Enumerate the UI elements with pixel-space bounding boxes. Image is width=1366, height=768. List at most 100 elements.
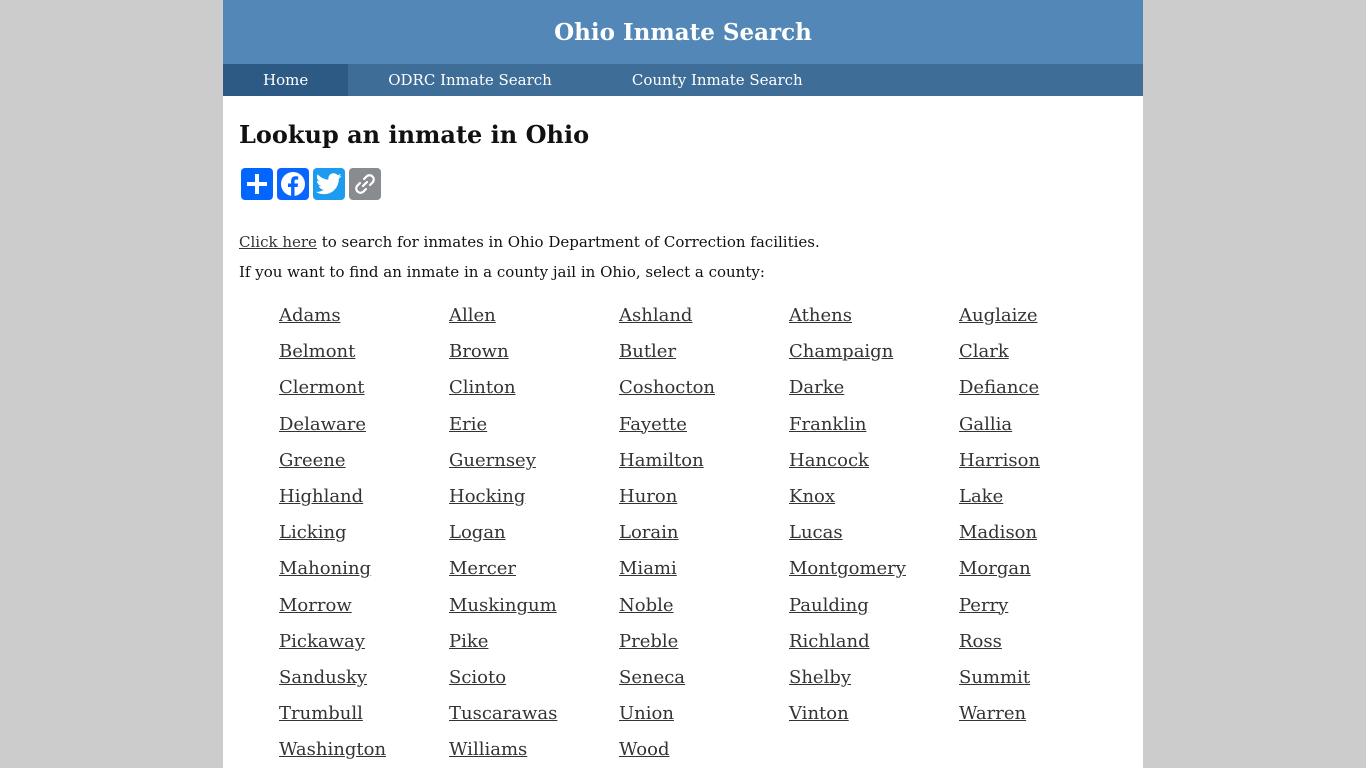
- odrc-intro-text: Click here to search for inmates in Ohio…: [239, 233, 820, 251]
- county-cell: Harrison: [959, 450, 1129, 486]
- county-cell: Athens: [789, 305, 959, 341]
- site-title[interactable]: Ohio Inmate Search: [554, 19, 812, 46]
- county-link-pike[interactable]: Pike: [449, 631, 488, 652]
- county-link-guernsey[interactable]: Guernsey: [449, 450, 536, 471]
- county-link-athens[interactable]: Athens: [789, 305, 852, 326]
- county-link-butler[interactable]: Butler: [619, 341, 676, 362]
- county-link-mahoning[interactable]: Mahoning: [279, 558, 371, 579]
- county-link-lake[interactable]: Lake: [959, 486, 1003, 507]
- county-link-shelby[interactable]: Shelby: [789, 667, 851, 688]
- county-link-licking[interactable]: Licking: [279, 522, 347, 543]
- county-link-montgomery[interactable]: Montgomery: [789, 558, 906, 579]
- county-cell: Madison: [959, 522, 1129, 558]
- county-link-seneca[interactable]: Seneca: [619, 667, 685, 688]
- county-link-muskingum[interactable]: Muskingum: [449, 595, 557, 616]
- nav-county-inmate-search-link[interactable]: County Inmate Search: [592, 64, 843, 96]
- county-link-delaware[interactable]: Delaware: [279, 414, 366, 435]
- county-link-coshocton[interactable]: Coshocton: [619, 377, 715, 398]
- nav-home-link[interactable]: Home: [223, 64, 349, 96]
- county-link-scioto[interactable]: Scioto: [449, 667, 506, 688]
- county-link-noble[interactable]: Noble: [619, 595, 674, 616]
- twitter-share-button[interactable]: [313, 168, 345, 200]
- county-cell: Clermont: [279, 377, 449, 413]
- county-cell: Adams: [279, 305, 449, 341]
- county-link-auglaize[interactable]: Auglaize: [959, 305, 1038, 326]
- county-link-summit[interactable]: Summit: [959, 667, 1030, 688]
- county-cell: Greene: [279, 450, 449, 486]
- county-link-hancock[interactable]: Hancock: [789, 450, 869, 471]
- county-cell: Pickaway: [279, 631, 449, 667]
- county-link-allen[interactable]: Allen: [449, 305, 496, 326]
- county-link-fayette[interactable]: Fayette: [619, 414, 687, 435]
- county-cell: Hocking: [449, 486, 619, 522]
- county-link-ashland[interactable]: Ashland: [619, 305, 692, 326]
- county-link-williams[interactable]: Williams: [449, 739, 527, 760]
- county-link-morgan[interactable]: Morgan: [959, 558, 1031, 579]
- nav-odrc-inmate-search-link[interactable]: ODRC Inmate Search: [348, 64, 592, 96]
- county-link-adams[interactable]: Adams: [279, 305, 341, 326]
- county-cell: Union: [619, 703, 789, 739]
- county-link-warren[interactable]: Warren: [959, 703, 1026, 724]
- county-link-union[interactable]: Union: [619, 703, 674, 724]
- county-cell: Montgomery: [789, 558, 959, 594]
- county-cell: Lucas: [789, 522, 959, 558]
- county-cell: Logan: [449, 522, 619, 558]
- county-link-lorain[interactable]: Lorain: [619, 522, 678, 543]
- county-link-perry[interactable]: Perry: [959, 595, 1008, 616]
- county-cell: Butler: [619, 341, 789, 377]
- county-link-miami[interactable]: Miami: [619, 558, 677, 579]
- county-cell: Fayette: [619, 414, 789, 450]
- county-link-preble[interactable]: Preble: [619, 631, 678, 652]
- county-link-defiance[interactable]: Defiance: [959, 377, 1039, 398]
- county-cell: Licking: [279, 522, 449, 558]
- county-cell: Highland: [279, 486, 449, 522]
- odrc-search-link[interactable]: Click here: [239, 233, 317, 251]
- county-link-clinton[interactable]: Clinton: [449, 377, 516, 398]
- county-link-clark[interactable]: Clark: [959, 341, 1009, 362]
- county-link-belmont[interactable]: Belmont: [279, 341, 355, 362]
- county-link-lucas[interactable]: Lucas: [789, 522, 843, 543]
- county-link-brown[interactable]: Brown: [449, 341, 509, 362]
- copy-link-button[interactable]: [349, 168, 381, 200]
- county-cell: Perry: [959, 595, 1129, 631]
- county-link-huron[interactable]: Huron: [619, 486, 677, 507]
- addtoany-share-button[interactable]: [241, 168, 273, 200]
- county-link-logan[interactable]: Logan: [449, 522, 506, 543]
- county-link-highland[interactable]: Highland: [279, 486, 363, 507]
- county-link-ross[interactable]: Ross: [959, 631, 1002, 652]
- county-link-darke[interactable]: Darke: [789, 377, 844, 398]
- county-link-hamilton[interactable]: Hamilton: [619, 450, 704, 471]
- county-link-greene[interactable]: Greene: [279, 450, 346, 471]
- county-cell: Shelby: [789, 667, 959, 703]
- county-cell: Clinton: [449, 377, 619, 413]
- county-link-madison[interactable]: Madison: [959, 522, 1037, 543]
- county-link-franklin[interactable]: Franklin: [789, 414, 866, 435]
- county-link-harrison[interactable]: Harrison: [959, 450, 1040, 471]
- county-link-tuscarawas[interactable]: Tuscarawas: [449, 703, 557, 724]
- county-link-paulding[interactable]: Paulding: [789, 595, 869, 616]
- county-cell: Scioto: [449, 667, 619, 703]
- county-cell: Preble: [619, 631, 789, 667]
- county-cell: Erie: [449, 414, 619, 450]
- county-link-washington[interactable]: Washington: [279, 739, 386, 760]
- county-link-pickaway[interactable]: Pickaway: [279, 631, 365, 652]
- county-link-knox[interactable]: Knox: [789, 486, 835, 507]
- county-link-erie[interactable]: Erie: [449, 414, 487, 435]
- county-link-champaign[interactable]: Champaign: [789, 341, 893, 362]
- county-link-mercer[interactable]: Mercer: [449, 558, 516, 579]
- county-cell: Lake: [959, 486, 1129, 522]
- county-link-gallia[interactable]: Gallia: [959, 414, 1012, 435]
- county-link-trumbull[interactable]: Trumbull: [279, 703, 363, 724]
- county-cell: Auglaize: [959, 305, 1129, 341]
- county-link-morrow[interactable]: Morrow: [279, 595, 352, 616]
- county-cell: Trumbull: [279, 703, 449, 739]
- county-link-richland[interactable]: Richland: [789, 631, 870, 652]
- county-link-clermont[interactable]: Clermont: [279, 377, 365, 398]
- facebook-share-button[interactable]: [277, 168, 309, 200]
- county-link-hocking[interactable]: Hocking: [449, 486, 525, 507]
- county-link-vinton[interactable]: Vinton: [789, 703, 849, 724]
- county-link-wood[interactable]: Wood: [619, 739, 669, 760]
- county-link-sandusky[interactable]: Sandusky: [279, 667, 367, 688]
- county-cell: Franklin: [789, 414, 959, 450]
- county-cell: Summit: [959, 667, 1129, 703]
